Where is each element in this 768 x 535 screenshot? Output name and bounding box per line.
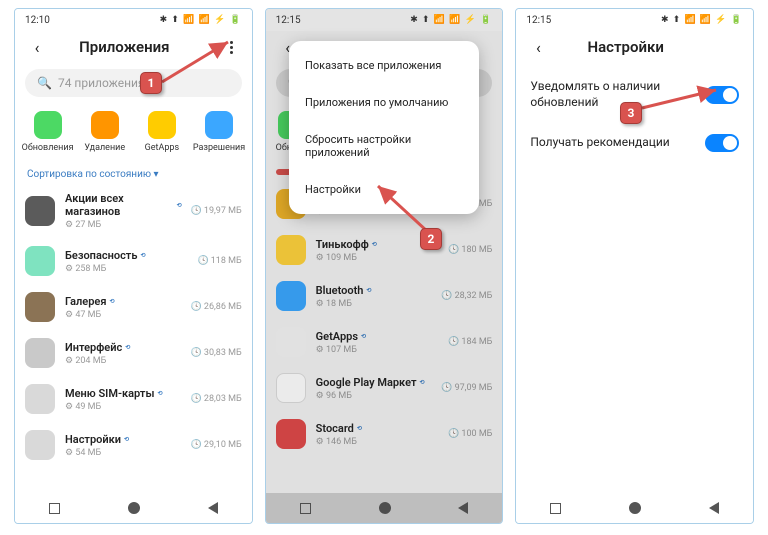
app-icon [25,338,55,368]
app-item[interactable]: Интерфейс⟲⚙ 204 МБ🕓30,83 МБ [25,330,242,376]
nav-home-icon[interactable] [379,502,391,514]
header: ‹ Настройки [516,31,753,67]
setting-recommendations[interactable]: Получать рекомендации [516,122,753,164]
app-storage: 🕓28,03 МБ [191,394,242,404]
getapps-icon [148,111,176,139]
nav-recents-icon[interactable] [550,503,561,514]
nav-home-icon[interactable] [629,502,641,514]
app-icon [25,384,55,414]
app-icon [25,246,55,276]
app-icon [276,281,306,311]
app-storage: 🕓19,97 МБ [191,206,242,216]
action-permissions[interactable]: Разрешения [190,111,247,153]
action-delete[interactable]: Удаление [76,111,133,153]
app-item[interactable]: Меню SIM-карты⟲⚙ 49 МБ🕓28,03 МБ [25,376,242,422]
status-time: 12:10 [25,15,50,26]
app-icon [276,373,306,403]
phone-2-popup-screen: 12:15 ✱ ⬆ 📶 📶 ⚡ 🔋 ‹ 🔍 74 приложения Обно… [265,8,504,524]
statusbar: 12:10 ✱ ⬆ 📶 📶 ⚡ 🔋 [15,9,252,31]
statusbar: 12:15 ✱ ⬆ 📶 📶 ⚡ 🔋 [266,9,503,31]
loading-icon: ⟲ [125,344,129,351]
status-time: 12:15 [276,15,301,26]
app-icon [25,196,55,226]
content: ‹ Приложения 🔍 74 приложения Обновления … [15,31,252,523]
popup-default-apps[interactable]: Приложения по умолчанию [289,84,479,121]
app-list: Акции всех магазинов⟲⚙ 27 МБ🕓19,97 МБ Бе… [15,184,252,493]
app-icon [276,327,306,357]
nav-back-icon[interactable] [208,502,218,514]
loading-icon: ⟲ [157,390,161,397]
page-title: Настройки [528,38,723,56]
app-icon [276,419,306,449]
app-icon [25,292,55,322]
action-updates[interactable]: Обновления [19,111,76,153]
delete-icon [91,111,119,139]
status-icons: ✱ ⬆ 📶 📶 ⚡ 🔋 [661,15,743,25]
loading-icon: ⟲ [177,202,181,209]
app-item[interactable]: Галерея⟲⚙ 47 МБ🕓26,86 МБ [25,284,242,330]
status-icons: ✱ ⬆ 📶 📶 ⚡ 🔋 [160,15,242,25]
nav-recents-icon[interactable] [49,503,60,514]
arrow-1 [158,38,238,92]
loading-icon: ⟲ [109,298,113,305]
permissions-icon [205,111,233,139]
app-item[interactable]: Настройки⟲⚙ 54 МБ🕓29,10 МБ [25,422,242,468]
nav-home-icon[interactable] [128,502,140,514]
arrow-3 [638,84,728,118]
app-item[interactable]: Bluetooth⟲⚙ 18 МБ🕓28,32 МБ [276,273,493,319]
loading-icon: ⟲ [140,252,144,259]
app-storage: 🕓29,10 МБ [191,440,242,450]
app-storage: 🕓30,83 МБ [191,348,242,358]
callout-3: 3 [620,102,642,124]
popup-show-all-apps[interactable]: Показать все приложения [289,47,479,84]
navbar [266,493,503,523]
loading-icon: ⟲ [124,436,128,443]
app-item[interactable]: Акции всех магазинов⟲⚙ 27 МБ🕓19,97 МБ [25,184,242,238]
status-time: 12:15 [526,15,551,26]
sort-dropdown[interactable]: Сортировка по состоянию [15,163,252,184]
search-placeholder: 74 приложения [58,76,145,90]
app-item[interactable]: Google Play Маркет⟲⚙ 96 МБ🕓97,09 МБ [276,365,493,411]
callout-1: 1 [140,72,162,94]
toggle-recommendations[interactable] [705,134,739,152]
app-storage: 🕓26,86 МБ [191,302,242,312]
navbar [516,493,753,523]
popup-reset-prefs[interactable]: Сбросить настройки приложений [289,121,479,171]
action-getapps[interactable]: GetApps [133,111,190,153]
app-item[interactable]: Stocard⟲⚙ 146 МБ🕓100 МБ [276,411,493,457]
search-icon: 🔍 [37,76,52,90]
updates-icon [34,111,62,139]
app-icon [276,235,306,265]
content: ‹ 🔍 74 приложения Обновл Телефон⟲⚙ 39 МБ… [266,31,503,523]
app-item[interactable]: GetApps⟲⚙ 107 МБ🕓184 МБ [276,319,493,365]
app-icon [25,430,55,460]
status-icons: ✱ ⬆ 📶 📶 ⚡ 🔋 [410,15,492,25]
nav-back-icon[interactable] [458,502,468,514]
app-item[interactable]: Безопасность⟲⚙ 258 МБ🕓118 МБ [25,238,242,284]
nav-recents-icon[interactable] [300,503,311,514]
quick-actions: Обновления Удаление GetApps Разрешения [15,105,252,163]
app-storage: 🕓118 МБ [198,256,242,266]
navbar [15,493,252,523]
callout-2: 2 [420,228,442,250]
nav-back-icon[interactable] [709,502,719,514]
statusbar: 12:15 ✱ ⬆ 📶 📶 ⚡ 🔋 [516,9,753,31]
